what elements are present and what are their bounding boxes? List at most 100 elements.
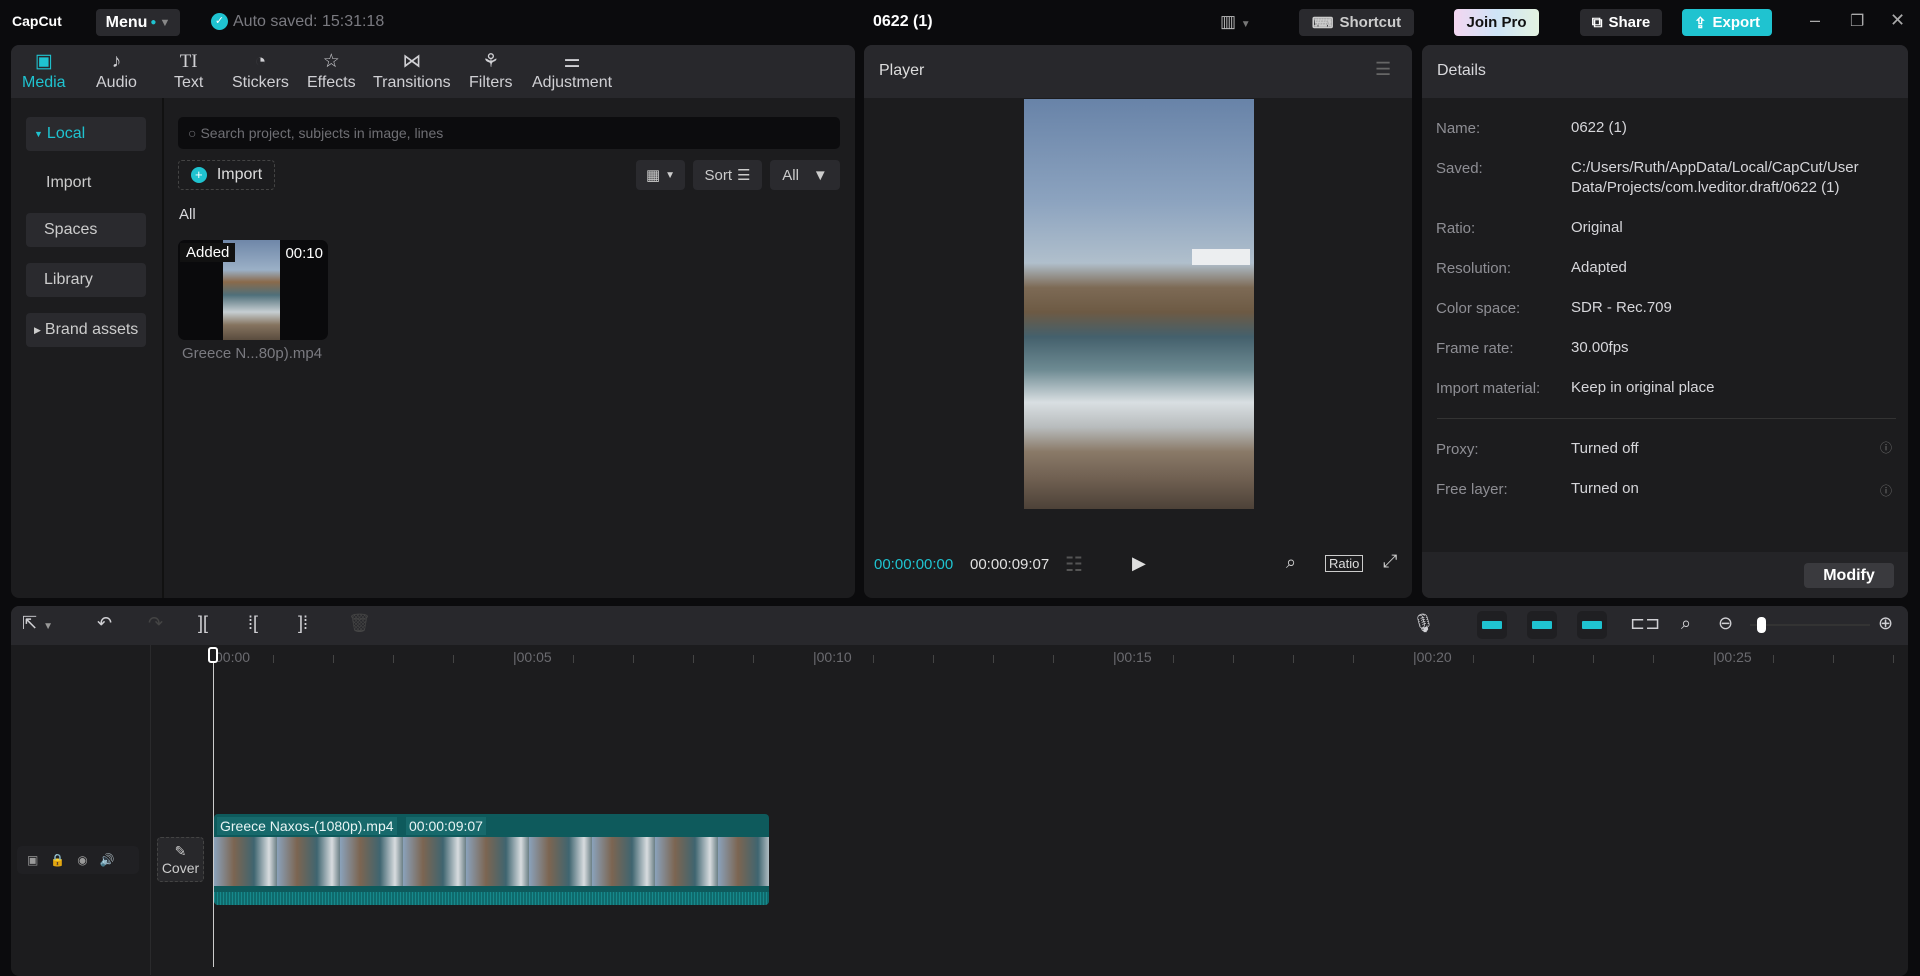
- detail-label: Proxy:: [1436, 441, 1479, 458]
- detail-label: Ratio:: [1436, 220, 1476, 237]
- export-label: Export: [1712, 14, 1761, 31]
- eye-icon[interactable]: ◉: [77, 853, 87, 867]
- ruler-tick: [1893, 655, 1894, 663]
- tab-stickers[interactable]: ◔ Stickers: [232, 50, 289, 92]
- details-title: Details: [1437, 62, 1486, 79]
- import-button[interactable]: + Import: [178, 160, 275, 190]
- sidebar-item-label: Import: [46, 174, 92, 191]
- tab-text[interactable]: TI Text: [174, 50, 203, 92]
- media-item-thumbnail[interactable]: Added 00:10: [178, 240, 328, 340]
- current-time: 00:00:00:00: [874, 556, 954, 573]
- import-label: Import: [216, 166, 263, 183]
- undo-icon[interactable]: ↶: [97, 613, 112, 634]
- detail-label: Name:: [1436, 120, 1481, 137]
- detail-value: SDR - Rec.709: [1571, 299, 1672, 316]
- tab-media[interactable]: ▣ Media: [22, 50, 66, 92]
- restore-icon[interactable]: ❐: [1850, 11, 1864, 31]
- tab-effects[interactable]: ☆ Effects: [307, 50, 356, 92]
- trim-right-icon[interactable]: ]⁞: [298, 613, 308, 634]
- playhead-handle[interactable]: [208, 647, 218, 663]
- help-icon[interactable]: ⓘ: [1880, 482, 1892, 499]
- sort-button[interactable]: Sort ☰: [693, 160, 762, 190]
- tab-adjustment[interactable]: ⚌ Adjustment: [532, 50, 612, 92]
- microphone-icon[interactable]: 🎙: [1412, 613, 1435, 634]
- menu-icon[interactable]: ☰: [1375, 59, 1391, 80]
- effects-icon: ☆: [322, 51, 340, 72]
- sidebar-item-library[interactable]: Library: [26, 263, 146, 297]
- sidebar-item-brand-assets[interactable]: ▶ Brand assets: [26, 313, 146, 347]
- zoom-out-icon[interactable]: ⊖: [1718, 613, 1733, 634]
- filter-button[interactable]: All ▼: [770, 160, 840, 190]
- sidebar-item-local[interactable]: ▼ Local: [26, 117, 146, 151]
- zoom-to-fit-icon[interactable]: ⌕: [1681, 613, 1691, 634]
- duration-label: 00:10: [285, 245, 323, 262]
- title-bar: CapCut Menu ● ▼ ✓ Auto saved: 15:31:18 062…: [0, 0, 1920, 45]
- linkage-icon[interactable]: [1577, 611, 1607, 639]
- delete-icon[interactable]: 🗑: [348, 613, 371, 634]
- project-title: 0622 (1): [873, 13, 933, 30]
- shortcut-button[interactable]: ⌨ Shortcut: [1299, 9, 1414, 36]
- cover-button[interactable]: ✎ Cover: [157, 837, 204, 882]
- ruler-tick: [633, 655, 634, 663]
- video-preview[interactable]: [1024, 99, 1254, 509]
- ruler-tick: [933, 655, 934, 663]
- sidebar-item-spaces[interactable]: Spaces: [26, 213, 146, 247]
- ratio-button[interactable]: Ratio: [1325, 555, 1364, 572]
- ruler-tick: [1353, 655, 1354, 663]
- speaker-icon[interactable]: 🔊: [100, 853, 115, 867]
- modify-button[interactable]: Modify: [1804, 563, 1894, 588]
- share-button[interactable]: ⧉ Share: [1580, 9, 1662, 36]
- main-track-magnet-icon[interactable]: [1477, 611, 1507, 639]
- fullscreen-icon[interactable]: ⤢: [1383, 551, 1397, 572]
- minimize-icon[interactable]: –: [1810, 10, 1820, 31]
- menu-label: Menu: [105, 13, 148, 31]
- join-pro-label: Join Pro: [1466, 14, 1527, 31]
- ruler-tick: [1233, 655, 1234, 663]
- detail-label: Free layer:: [1436, 481, 1508, 498]
- tab-audio[interactable]: ♪ Audio: [96, 50, 137, 92]
- trim-left-icon[interactable]: ⁞[: [248, 613, 258, 634]
- plus-icon: +: [190, 167, 207, 183]
- play-icon[interactable]: ▶: [1132, 553, 1146, 574]
- redo-icon[interactable]: ↷: [148, 613, 163, 634]
- sidebar-item-label: Spaces: [44, 221, 98, 238]
- sidebar-item-import[interactable]: Import: [26, 166, 146, 200]
- menu-button[interactable]: Menu ● ▼: [96, 9, 180, 36]
- playhead[interactable]: [213, 650, 214, 967]
- sidebar-item-label: Library: [44, 271, 93, 288]
- section-label: All: [179, 206, 196, 223]
- search-input[interactable]: ○ Search project, subjects in image, line…: [178, 117, 840, 149]
- select-tool-icon[interactable]: ⇱ ▼: [22, 613, 53, 634]
- ruler-label: |00:05: [513, 649, 552, 665]
- white-houses: [1192, 249, 1250, 265]
- help-icon[interactable]: ⓘ: [1880, 439, 1892, 456]
- view-mode-button[interactable]: ▦ ▼: [636, 160, 685, 190]
- sidebar-item-label: Brand assets: [44, 321, 139, 338]
- join-pro-button[interactable]: Join Pro: [1454, 9, 1539, 36]
- added-badge: Added: [180, 243, 236, 262]
- split-icon[interactable]: ][: [198, 613, 208, 634]
- zoom-in-icon[interactable]: ⊕: [1878, 613, 1893, 634]
- lock-icon[interactable]: 🔒: [50, 853, 65, 867]
- tab-filters[interactable]: ⚘ Filters: [469, 50, 513, 92]
- split-preview-icon[interactable]: ⊏⊐: [1630, 613, 1660, 634]
- frames-icon[interactable]: ☷: [1065, 552, 1083, 577]
- zoom-preview-icon[interactable]: ⌕: [1286, 552, 1296, 573]
- detail-value: Original: [1571, 219, 1623, 236]
- zoom-slider-handle[interactable]: [1757, 617, 1766, 633]
- track-icon[interactable]: ▣: [27, 853, 38, 867]
- tab-label: Adjustment: [532, 74, 613, 91]
- ruler-tick: [1293, 655, 1294, 663]
- detail-label: Frame rate:: [1436, 340, 1514, 357]
- close-icon[interactable]: ✕: [1890, 10, 1905, 31]
- auto-snap-icon[interactable]: [1527, 611, 1557, 639]
- tab-transitions[interactable]: ⋈ Transitions: [373, 50, 451, 92]
- video-clip[interactable]: Greece Naxos-(1080p).mp4 00:00:09:07: [214, 814, 769, 905]
- ruler-tick: [573, 655, 574, 663]
- export-button[interactable]: ⇪ Export: [1682, 9, 1772, 36]
- zoom-slider[interactable]: [1750, 617, 1870, 633]
- export-icon: ⇪: [1693, 14, 1707, 32]
- share-label: Share: [1608, 14, 1651, 31]
- layout-icon[interactable]: ▥ ▼: [1220, 12, 1251, 32]
- ruler-tick: [1653, 655, 1654, 663]
